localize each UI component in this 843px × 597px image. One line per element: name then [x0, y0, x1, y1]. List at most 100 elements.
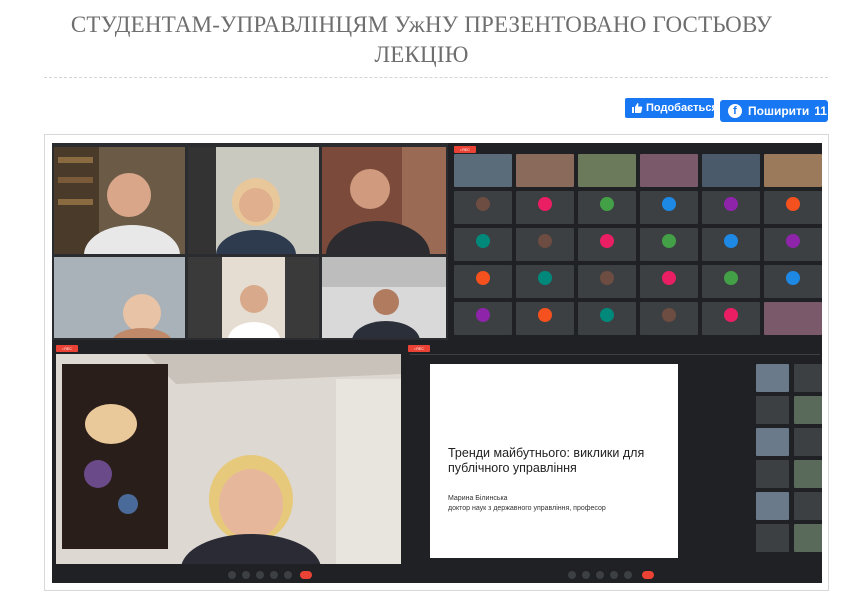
participant-thumbnail [794, 364, 822, 392]
panel-divider [410, 354, 820, 355]
participant-thumbnail [756, 524, 789, 552]
participant-thumbnail [794, 460, 822, 488]
participant-avatar [538, 233, 552, 248]
video-tile [188, 257, 319, 338]
end-call-button[interactable] [642, 571, 654, 579]
participant-image [54, 147, 180, 254]
participant-tile [640, 228, 698, 261]
participant-tile [764, 302, 822, 335]
participant-tile [640, 154, 698, 187]
recording-badge: • REC [56, 345, 78, 352]
meeting-toolbar [406, 568, 822, 582]
participant-thumbnail [756, 396, 789, 424]
participant-tile [454, 154, 512, 187]
participant-thumbnail [794, 524, 822, 552]
captions-button[interactable] [284, 571, 292, 579]
participant-avatar [724, 233, 738, 248]
participant-thumbnail [756, 492, 789, 520]
participant-tile [702, 228, 760, 261]
participant-image [113, 294, 171, 338]
participant-tile [640, 191, 698, 224]
participant-avatar [786, 270, 800, 285]
participant-thumbnail [794, 396, 822, 424]
camera-button[interactable] [582, 571, 590, 579]
participant-tile [454, 302, 512, 335]
end-call-button[interactable] [300, 571, 312, 579]
participant-tile [578, 265, 636, 298]
participant-avatar [600, 233, 614, 248]
participant-avatar [662, 307, 676, 322]
like-label: Подобається [646, 102, 714, 114]
participant-tile [578, 191, 636, 224]
participant-tile [764, 265, 822, 298]
participant-thumbnail [794, 492, 822, 520]
camera-button[interactable] [242, 571, 250, 579]
mic-button[interactable] [228, 571, 236, 579]
slide-author-title: доктор наук з державного управління, про… [448, 505, 606, 512]
facebook-like-button[interactable]: Подобається [625, 98, 714, 118]
participant-tile [764, 191, 822, 224]
slide-author: Марина Білинська [448, 495, 508, 502]
participant-avatar [600, 196, 614, 211]
participant-tile [516, 265, 574, 298]
participant-image [188, 257, 319, 338]
participant-tile [454, 191, 512, 224]
participant-avatar [724, 270, 738, 285]
participant-avatar [476, 270, 490, 285]
participant-image [56, 354, 401, 564]
participant-tile [702, 302, 760, 335]
participant-tile [640, 302, 698, 335]
facebook-share-button[interactable]: f Поширити 11 [720, 100, 828, 122]
participant-avatar [786, 233, 800, 248]
more-button[interactable] [610, 571, 618, 579]
participant-avatar [600, 270, 614, 285]
participant-avatar [662, 233, 676, 248]
video-tile [322, 147, 446, 254]
present-button[interactable] [596, 571, 604, 579]
slide-heading: Тренди майбутнього: виклики для публічно… [448, 446, 645, 475]
participant-tile [516, 228, 574, 261]
video-tile [188, 147, 319, 254]
participant-thumbnail [756, 460, 789, 488]
participant-tile [454, 228, 512, 261]
meeting-toolbar [52, 568, 405, 582]
article-title-line1: СТУДЕНТАМ-УПРАВЛІНЦЯМ УжНУ ПРЕЗЕНТОВАНО … [70, 12, 773, 37]
participant-tile [702, 191, 760, 224]
participant-avatar [662, 196, 676, 211]
top-left-meeting-panel [52, 143, 448, 340]
participant-tile [764, 228, 822, 261]
mic-button[interactable] [568, 571, 576, 579]
participant-avatar [538, 307, 552, 322]
participant-thumbnail [756, 428, 789, 456]
participant-avatar [538, 196, 552, 211]
participant-tile [454, 265, 512, 298]
participant-avatar [600, 307, 614, 322]
participant-thumbnail [756, 364, 789, 392]
thumbs-up-icon [631, 101, 643, 115]
participant-avatar [724, 307, 738, 322]
present-button[interactable] [256, 571, 264, 579]
participant-avatar [724, 196, 738, 211]
participant-avatar [476, 233, 490, 248]
participant-tile [764, 154, 822, 187]
participant-image [322, 257, 446, 338]
participant-tile [702, 265, 760, 298]
top-right-meeting-panel: • REC [451, 143, 822, 340]
participant-tile [516, 191, 574, 224]
captions-button[interactable] [624, 571, 632, 579]
presentation-slide: Тренди майбутнього: виклики для публічно… [430, 364, 678, 558]
recording-badge: • REC [454, 146, 476, 153]
participant-image [188, 147, 296, 254]
video-tile [54, 147, 185, 254]
participant-avatar [786, 196, 800, 211]
participant-avatar [662, 270, 676, 285]
share-label: Поширити [748, 104, 810, 118]
more-button[interactable] [270, 571, 278, 579]
participant-tile [516, 154, 574, 187]
video-tile [54, 257, 185, 338]
article-title-line2: ЛЕКЦІЮ [374, 42, 469, 67]
facebook-icon: f [728, 104, 742, 118]
article-title: СТУДЕНТАМ-УПРАВЛІНЦЯМ УжНУ ПРЕЗЕНТОВАНО … [40, 10, 803, 70]
participant-tile [578, 228, 636, 261]
participant-tile [516, 302, 574, 335]
